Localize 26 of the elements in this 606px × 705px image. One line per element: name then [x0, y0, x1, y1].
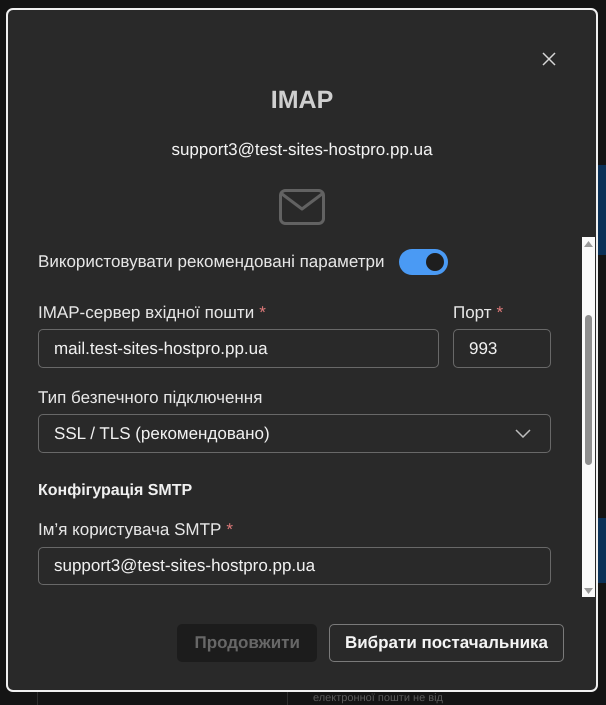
text-field[interactable]: mail.test-sites-hostpro.pp.ua: [38, 329, 439, 368]
envelope-icon: [279, 189, 325, 225]
account-email: support3@test-sites-hostpro.pp.ua: [171, 140, 433, 160]
scroll-up-icon[interactable]: [584, 241, 593, 247]
required-mark: *: [496, 303, 504, 323]
text-field[interactable]: support3@test-sites-hostpro.pp.ua: [38, 547, 551, 585]
background-panel: [598, 518, 606, 583]
text-field[interactable]: 993: [453, 329, 551, 368]
toggle-label: Використовувати рекомендовані параметри: [38, 252, 384, 272]
section-heading: Конфігурація SMTP: [38, 481, 194, 501]
scroll-down-icon[interactable]: [584, 588, 593, 594]
toggle-switch[interactable]: [399, 249, 448, 275]
field-label: Ім’я користувача SMTP: [38, 520, 222, 540]
field-label: Тип безпечного підключення: [38, 388, 262, 408]
scroll-thumb[interactable]: [585, 315, 592, 465]
dropdown[interactable]: SSL / TLS (рекомендовано): [38, 414, 551, 453]
field-label: Порт: [453, 303, 492, 323]
action-button[interactable]: Вибрати постачальника: [328, 624, 564, 662]
background-text: електронної пошти не від: [313, 692, 443, 705]
chevron-down-icon: [515, 429, 531, 438]
dialog-title: IMAP: [270, 86, 334, 114]
field-label: IMAP-сервер вхідної пошти: [38, 303, 254, 323]
required-mark: *: [259, 303, 266, 323]
required-mark: *: [226, 520, 233, 540]
close-icon: [542, 52, 556, 66]
scrollbar[interactable]: [582, 237, 595, 597]
